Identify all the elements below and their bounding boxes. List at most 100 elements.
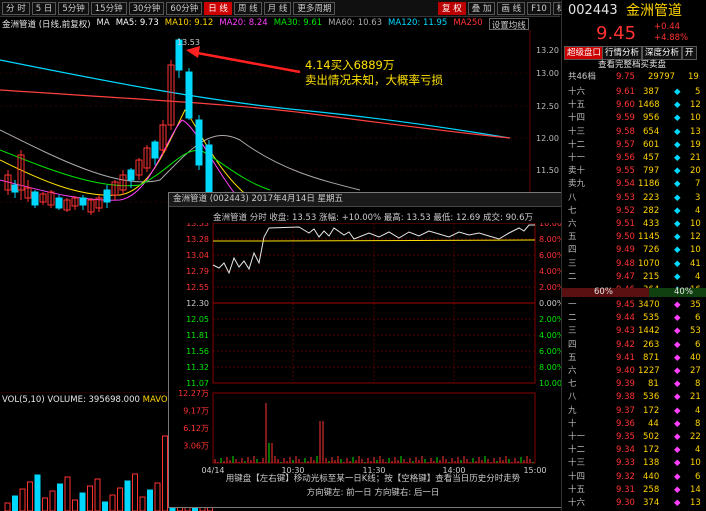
sell-level-row: 十一 9.56 457 ◆ 21 <box>562 152 706 164</box>
period-5[interactable]: 60分钟 <box>166 1 203 15</box>
level-marker-icon: ◆ <box>674 245 681 256</box>
level-marker-icon: ◆ <box>674 432 681 442</box>
price-axis-label: 12.00 <box>536 134 559 143</box>
period-4[interactable]: 30分钟 <box>128 1 165 15</box>
buy-level-row: 十 9.36 44 ◆ 8 <box>562 418 706 430</box>
level-marker-icon: ◆ <box>674 405 681 416</box>
period-2[interactable]: 5分钟 <box>58 1 89 15</box>
level-marker-icon: ◆ <box>674 113 681 124</box>
candle <box>31 191 39 206</box>
buy-level-row: 二 9.44 535 ◆ 6 <box>562 312 706 324</box>
level-label: 一 <box>568 300 577 310</box>
period-9[interactable]: 更多周期 <box>293 1 336 15</box>
popup-price-tick: 13.04 <box>186 251 209 260</box>
popup-title: 金洲管道 (002443) 2017年4月14日 星期五 <box>173 194 344 204</box>
price-axis-label: 12.50 <box>536 102 559 111</box>
price-change-pct: +4.88% <box>654 33 689 43</box>
level-price: 9.31 <box>616 484 635 495</box>
level-volume: 172 <box>643 445 660 456</box>
period-6[interactable]: 日 线 <box>204 1 232 15</box>
level-volume: 871 <box>643 352 660 363</box>
volume-bar <box>139 496 146 511</box>
intraday-chart[interactable]: 13.53 13.28 13.04 12.79 12.55 12.30 12.05 11.81… <box>169 223 575 507</box>
level-count: 3 <box>695 192 701 203</box>
candle <box>11 184 19 193</box>
level-price: 9.47 <box>616 271 635 282</box>
level-label: 十五 <box>568 484 586 495</box>
quote-tab-0[interactable]: 超级盘口 <box>564 46 605 60</box>
popup-titlebar: 金洲管道 (002443) 2017年4月14日 星期五 ✕ <box>169 193 575 207</box>
level-count: 21 <box>690 392 701 403</box>
volume-bar <box>79 492 86 511</box>
sell-top-price: 9.75 <box>616 72 635 82</box>
level-label: 十一 <box>568 432 586 442</box>
volume-bar <box>4 502 11 511</box>
level-count: 4 <box>695 271 701 282</box>
level-price: 9.54 <box>616 179 635 190</box>
price-axis-label: 13.00 <box>536 69 559 78</box>
candle <box>103 189 111 203</box>
level-label: 十四 <box>568 113 586 124</box>
quote-tab-2[interactable]: 深度分析 <box>642 46 683 60</box>
popup-info: 金洲管道 分时 收盘: 13.53 涨幅: +10.00% 最高: 13.53 … <box>213 213 534 223</box>
level-label: 五 <box>568 232 577 243</box>
level-volume: 1468 <box>638 100 660 111</box>
period-0[interactable]: 分 时 <box>2 1 30 15</box>
level-price: 9.36 <box>616 418 635 429</box>
level-volume: 374 <box>643 498 660 508</box>
level-volume: 956 <box>643 113 660 124</box>
buy-level-row: 三 9.43 1442 ◆ 53 <box>562 325 706 337</box>
level-count: 12 <box>690 100 701 111</box>
tool-1[interactable]: 叠 加 <box>467 2 496 15</box>
level-label: 七 <box>568 205 577 216</box>
tool-2[interactable]: 画 线 <box>497 2 526 15</box>
popup-price-tick: 11.81 <box>186 331 209 340</box>
popup-price-tick: 13.53 <box>186 223 209 228</box>
annotation-line2: 卖出情况未知，大概率亏损 <box>305 73 443 87</box>
quote-tabs: 超级盘口 行情分析 深度分析开 <box>562 46 706 60</box>
volume-legend: VOL(5,10) VOLUME: 395698.000 MAVOL <box>2 395 172 405</box>
depth-count: 共46档 <box>568 72 596 82</box>
full-depth-label: 查看完整档买卖盘 <box>598 60 667 70</box>
period-1[interactable]: 5 日 <box>31 1 57 15</box>
level-volume: 258 <box>643 484 660 495</box>
buy-level-row: 九 9.37 172 ◆ 4 <box>562 405 706 417</box>
volume-bar <box>12 495 18 511</box>
period-8[interactable]: 月 线 <box>263 1 292 15</box>
level-volume: 44 <box>648 418 659 429</box>
full-depth-link[interactable]: 查看完整档买卖盘 <box>562 59 706 71</box>
level-marker-icon: ◆ <box>674 313 681 324</box>
stock-code: 002443 <box>568 3 618 18</box>
tool-0[interactable]: 复 权 <box>438 2 466 15</box>
level-marker-icon: ◆ <box>674 87 681 97</box>
level-marker-icon: ◆ <box>674 339 681 350</box>
level-marker-icon: ◆ <box>674 219 681 229</box>
volume-bar <box>162 435 168 511</box>
level-label: 六 <box>568 366 577 376</box>
quote-tab-1[interactable]: 行情分析 <box>602 46 643 60</box>
level-count: 4 <box>695 405 701 416</box>
candle <box>127 169 135 181</box>
period-7[interactable]: 周 线 <box>233 1 262 15</box>
level-marker-icon: ◆ <box>674 352 681 363</box>
popup-vol-tick: 6.12万 <box>183 424 209 433</box>
level-count: 20 <box>690 166 701 177</box>
level-marker-icon: ◆ <box>674 139 681 150</box>
level-label: 九 <box>568 405 577 416</box>
level-price: 9.43 <box>616 326 635 337</box>
popup-hint-2: 方向键左: 前一日 方向键右: 后一日 <box>307 487 440 498</box>
price-axis-label: 13.20 <box>536 46 559 55</box>
buy-level-row: 十三 9.33 138 ◆ 10 <box>562 457 706 469</box>
level-volume: 502 <box>643 432 660 442</box>
period-3[interactable]: 15分钟 <box>90 1 127 15</box>
volume-bar <box>27 481 33 511</box>
level-marker-icon: ◆ <box>674 100 681 111</box>
ma-settings-button[interactable]: 设置均线 <box>488 18 529 31</box>
level-label: 卖九 <box>568 179 586 190</box>
volume-bar <box>87 485 93 511</box>
level-marker-icon: ◆ <box>674 392 681 403</box>
quote-tab-3[interactable]: 开 <box>682 46 697 60</box>
tool-3[interactable]: F10 <box>527 2 551 15</box>
buy-level-row: 十四 9.32 440 ◆ 6 <box>562 471 706 483</box>
level-count: 13 <box>690 126 701 137</box>
